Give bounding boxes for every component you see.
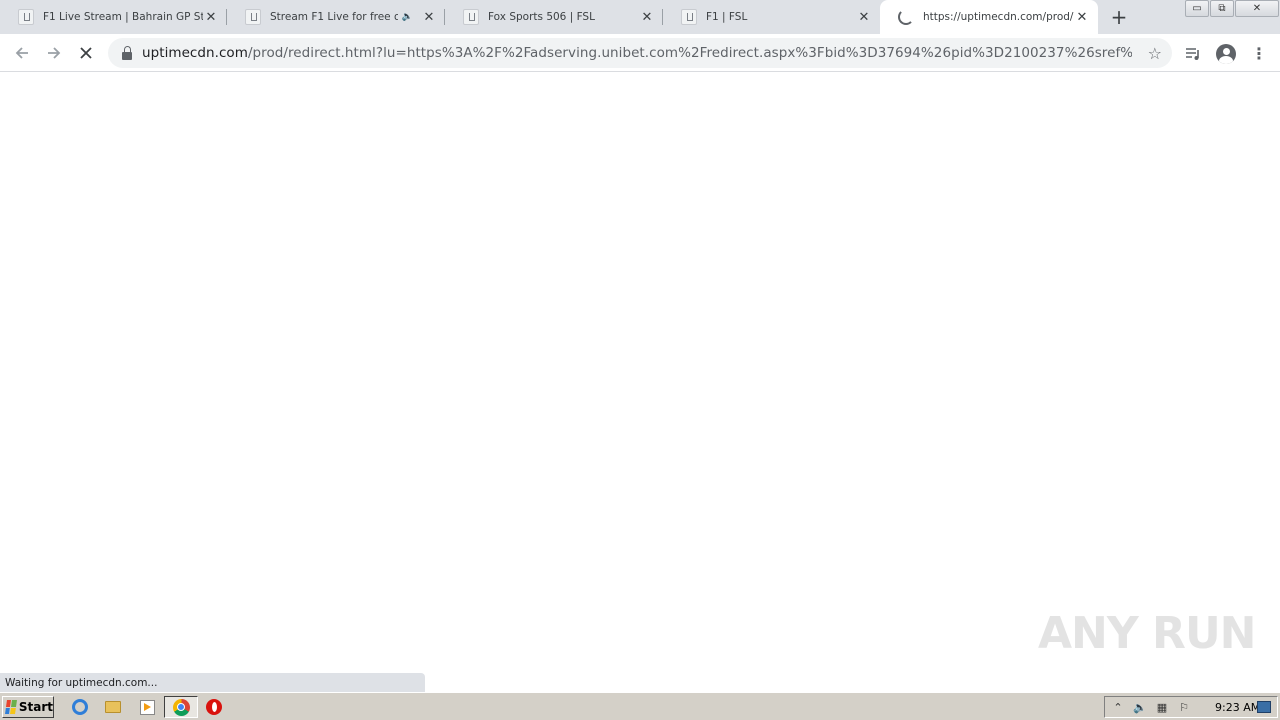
tab-close-icon[interactable]: ✕ xyxy=(1074,9,1090,25)
tab-title: Stream F1 Live for free on Sport xyxy=(270,11,398,23)
loading-spinner-icon xyxy=(898,9,914,25)
minimize-button[interactable]: ▭ xyxy=(1185,0,1209,17)
avatar xyxy=(1216,44,1236,64)
new-tab-button[interactable]: + xyxy=(1108,6,1130,28)
tab-4[interactable]: F1 | FSL ✕ xyxy=(663,0,880,34)
profile-avatar-icon[interactable] xyxy=(1215,43,1237,65)
action-center-flag-icon[interactable]: ⚐ xyxy=(1175,699,1193,715)
status-bubble: Waiting for uptimecdn.com... xyxy=(0,673,425,692)
show-desktop-icon[interactable] xyxy=(1257,701,1271,713)
tab-close-icon[interactable]: ✕ xyxy=(639,9,655,25)
tab-close-icon[interactable]: ✕ xyxy=(203,9,219,25)
page-content xyxy=(0,72,1280,692)
start-label: Start xyxy=(18,700,53,714)
url-host: uptimecdn.com xyxy=(142,45,248,61)
chrome-icon xyxy=(172,698,190,716)
start-button[interactable]: Start xyxy=(2,696,54,718)
bookmark-star-icon[interactable]: ☆ xyxy=(1148,44,1162,63)
internet-explorer-icon[interactable] xyxy=(69,697,91,717)
address-bar[interactable]: uptimecdn.com/prod/redirect.html?lu=http… xyxy=(108,38,1172,68)
close-window-button[interactable]: ✕ xyxy=(1235,0,1279,17)
chrome-taskbar-button[interactable] xyxy=(164,696,198,718)
browser-toolbar: uptimecdn.com/prod/redirect.html?lu=http… xyxy=(0,34,1280,72)
media-control-icon[interactable] xyxy=(1182,43,1204,65)
page-favicon-icon xyxy=(463,9,479,25)
page-favicon-icon xyxy=(18,9,34,25)
tab-title: F1 | FSL xyxy=(706,11,748,23)
kebab-menu-icon[interactable]: ⋮ xyxy=(1248,43,1270,65)
stop-loading-icon[interactable] xyxy=(74,41,98,65)
url-text[interactable]: uptimecdn.com/prod/redirect.html?lu=http… xyxy=(142,45,1132,61)
back-arrow-icon[interactable] xyxy=(10,41,34,65)
forward-arrow-icon[interactable] xyxy=(42,41,66,65)
tab-3[interactable]: Fox Sports 506 | FSL ✕ xyxy=(445,0,663,34)
watermark: ANY RUN xyxy=(1038,608,1256,659)
tab-title: F1 Live Stream | Bahrain GP Stream xyxy=(43,11,203,23)
url-path: /prod/redirect.html?lu=https%3A%2F%2Fads… xyxy=(247,45,1132,61)
system-tray: ⌃ 🔈 ▦ ⚐ 9:23 AM xyxy=(1104,696,1278,718)
tab-2[interactable]: Stream F1 Live for free on Sport 🔈 ✕ xyxy=(227,0,445,34)
windows-logo-icon xyxy=(5,700,17,714)
clock[interactable]: 9:23 AM xyxy=(1215,701,1260,714)
lock-icon[interactable] xyxy=(122,45,132,60)
tab-close-icon[interactable]: ✕ xyxy=(856,9,872,25)
tab-close-icon[interactable]: ✕ xyxy=(421,9,437,25)
page-favicon-icon xyxy=(245,9,261,25)
tab-1[interactable]: F1 Live Stream | Bahrain GP Stream ✕ xyxy=(0,0,227,34)
window-controls: ▭ ⧉ ✕ xyxy=(1184,0,1279,18)
page-favicon-icon xyxy=(681,9,697,25)
tab-strip: F1 Live Stream | Bahrain GP Stream ✕ Str… xyxy=(0,0,1280,34)
folder-icon[interactable] xyxy=(102,697,124,717)
tab-audio-icon[interactable]: 🔈 xyxy=(402,12,413,22)
restore-button[interactable]: ⧉ xyxy=(1210,0,1234,17)
opera-icon[interactable] xyxy=(203,697,225,717)
tab-title: https://uptimecdn.com/prod/redirect xyxy=(923,11,1074,23)
tab-title: Fox Sports 506 | FSL xyxy=(488,11,595,23)
taskbar: Start ⌃ 🔈 ▦ ⚐ 9:23 AM xyxy=(0,692,1280,720)
network-icon[interactable]: ▦ xyxy=(1153,699,1171,715)
tray-expand-icon[interactable]: ⌃ xyxy=(1109,699,1127,715)
media-player-icon[interactable] xyxy=(136,697,158,717)
volume-icon[interactable]: 🔈 xyxy=(1131,699,1149,715)
tab-5-active[interactable]: https://uptimecdn.com/prod/redirect ✕ xyxy=(880,0,1098,34)
